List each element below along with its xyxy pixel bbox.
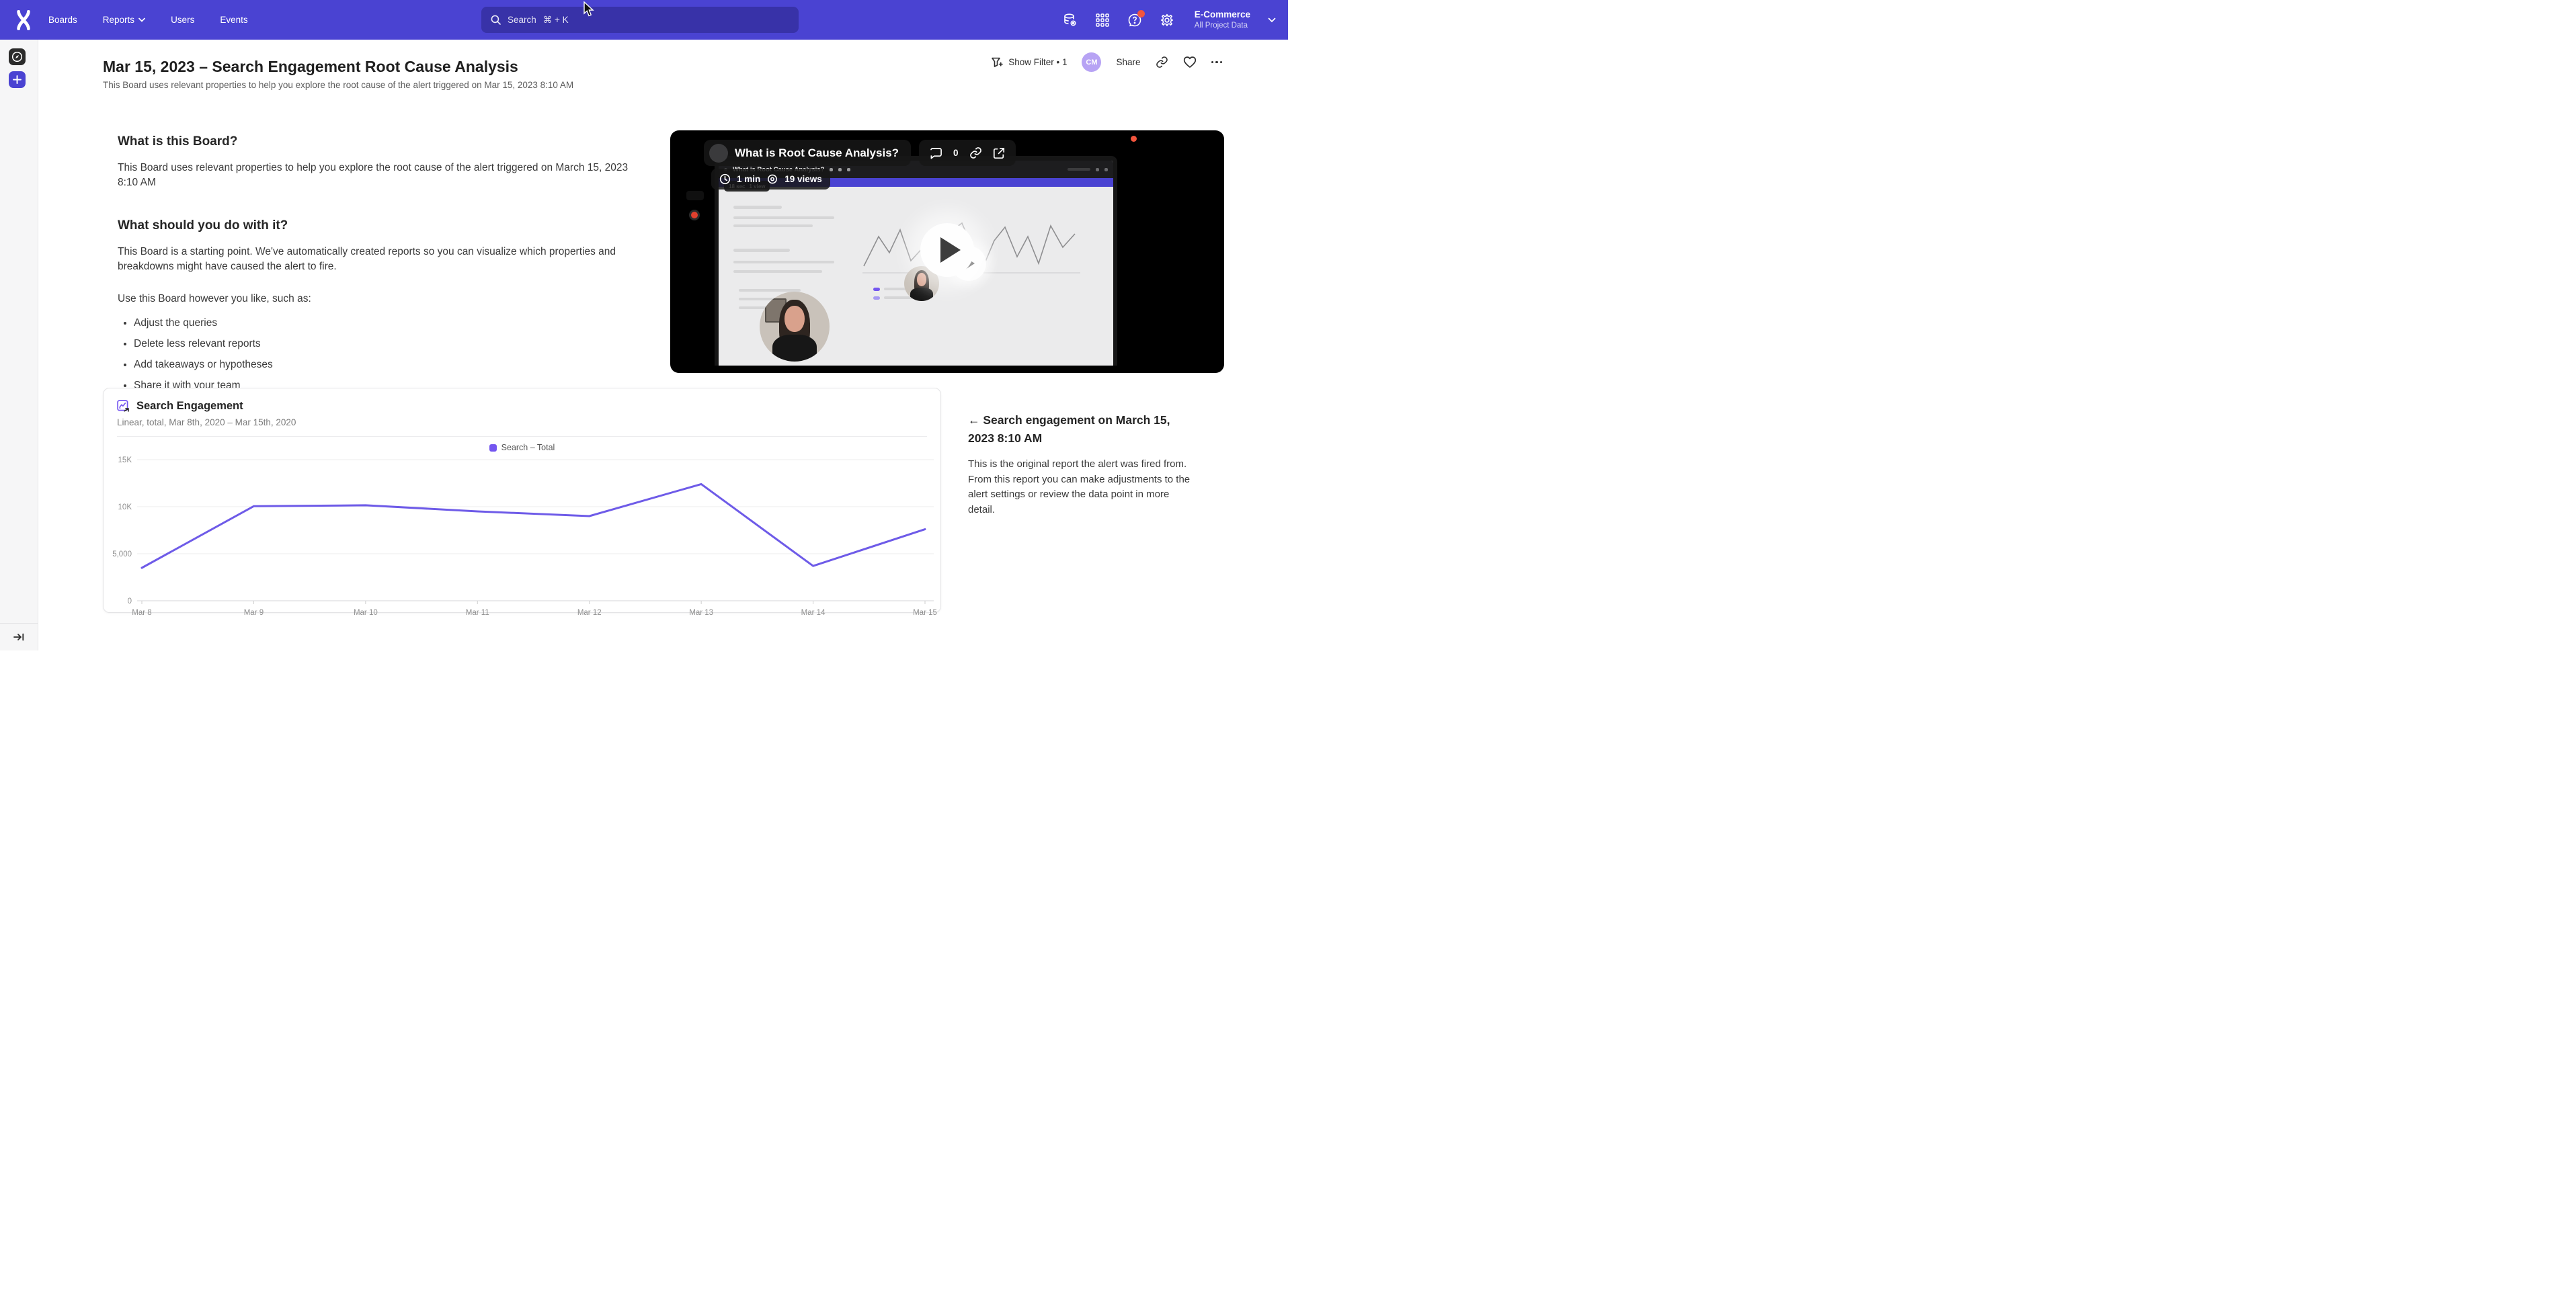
share-label: Share: [1116, 57, 1140, 67]
video-duration: 1 min: [737, 174, 760, 184]
project-chevron-down-icon[interactable]: [1268, 17, 1276, 23]
copy-link-icon[interactable]: [1156, 56, 1168, 69]
left-rail: [0, 40, 38, 650]
video-actions-pill: 0: [919, 140, 1016, 166]
usage-list: Adjust the queries Delete less relevant …: [134, 316, 630, 393]
engagement-chart-svg: 0 5,000 10K 15K Mar 8 Mar 9 Mar 10 Mar 11 Mar 12…: [104, 437, 940, 619]
nav-item-users[interactable]: Users: [171, 15, 194, 25]
mixpanel-logo-icon[interactable]: [13, 9, 34, 31]
apps-grid-icon[interactable]: [1095, 13, 1110, 28]
page-title[interactable]: Mar 15, 2023 – Search Engagement Root Ca…: [103, 58, 518, 76]
alert-note-heading: ← Search engagement on March 15, 2023 8:…: [968, 411, 1195, 448]
video-author-avatar: [709, 144, 728, 163]
nav-item-label: Reports: [103, 15, 134, 25]
share-button[interactable]: Share: [1116, 57, 1140, 67]
recording-indicator-dot: [1131, 136, 1137, 142]
favorite-heart-icon[interactable]: [1183, 56, 1197, 69]
report-title[interactable]: Search Engagement: [136, 400, 243, 413]
svg-text:0: 0: [128, 597, 132, 605]
page-subtitle: This Board uses relevant properties to h…: [103, 80, 573, 90]
nav-item-label: Boards: [48, 15, 77, 25]
tutorial-video-player[interactable]: What is Root Cause Analysis? 18 sec 1 vi…: [670, 130, 1224, 373]
section-body: This Board is a starting point. We've au…: [118, 245, 630, 274]
section-heading: What is this Board?: [118, 134, 630, 149]
expand-sidebar-icon[interactable]: [13, 632, 24, 642]
video-link-icon[interactable]: [969, 146, 982, 159]
list-item: Add takeaways or hypotheses: [134, 358, 630, 372]
legend-swatch: [489, 444, 497, 452]
discover-button[interactable]: [9, 48, 26, 65]
chevron-down-icon: [138, 17, 145, 22]
list-item: Delete less relevant reports: [134, 337, 630, 351]
help-icon[interactable]: [1127, 13, 1142, 28]
list-item: Adjust the queries: [134, 316, 630, 331]
report-card-search-engagement: Search Engagement Linear, total, Mar 8th…: [103, 388, 941, 613]
video-views: 19 views: [784, 174, 822, 184]
project-switcher[interactable]: E-Commerce All Project Data: [1195, 9, 1250, 30]
list-intro: Use this Board however you like, such as…: [118, 292, 630, 306]
plus-icon: [13, 75, 22, 84]
views-eye-icon: [766, 174, 778, 184]
board-intro-text: What is this Board? This Board uses rele…: [118, 134, 630, 399]
more-options-button[interactable]: [1211, 61, 1223, 64]
search-placeholder: Search: [508, 15, 536, 25]
svg-text:Mar 8: Mar 8: [132, 609, 151, 617]
video-stats-pill: 1 min 19 views: [711, 169, 830, 190]
svg-text:15K: 15K: [118, 456, 132, 464]
svg-text:Mar 11: Mar 11: [466, 609, 489, 617]
nav-item-boards[interactable]: Boards: [48, 15, 77, 25]
svg-text:Mar 13: Mar 13: [689, 609, 713, 617]
comment-count: 0: [953, 148, 959, 158]
search-input[interactable]: Search ⌘ + K: [481, 7, 799, 33]
section-heading: What should you do with it?: [118, 218, 630, 233]
filter-plus-icon: [991, 56, 1003, 69]
notification-dot: [1137, 10, 1145, 17]
mouse-cursor: [583, 1, 595, 17]
create-new-button[interactable]: [9, 71, 26, 88]
recording-timer-pill: [686, 191, 704, 200]
project-name: E-Commerce: [1195, 9, 1250, 21]
open-external-icon[interactable]: [993, 147, 1005, 159]
play-icon: [940, 237, 961, 263]
top-nav: Boards Reports Users Events Search ⌘ + K: [0, 0, 1288, 40]
svg-text:Mar 15: Mar 15: [913, 609, 937, 617]
avatar[interactable]: CM: [1082, 52, 1101, 72]
report-subtitle: Linear, total, Mar 8th, 2020 – Mar 15th,…: [117, 417, 927, 427]
line-chart-report-icon: [117, 400, 130, 413]
nav-item-label: Events: [220, 15, 247, 25]
clock-icon: [719, 173, 731, 185]
video-title-pill: What is Root Cause Analysis?: [704, 140, 911, 166]
nav-item-reports[interactable]: Reports: [103, 15, 145, 25]
nav-item-label: Users: [171, 15, 194, 25]
alert-note-body: This is the original report the alert wa…: [968, 457, 1195, 517]
settings-gear-icon[interactable]: [1160, 13, 1174, 28]
show-filter-label: Show Filter • 1: [1008, 57, 1067, 67]
nav-item-events[interactable]: Events: [220, 15, 247, 25]
compass-icon: [11, 51, 23, 62]
svg-text:Mar 14: Mar 14: [801, 609, 826, 617]
data-management-icon[interactable]: [1063, 13, 1078, 28]
svg-text:5,000: 5,000: [112, 550, 132, 558]
search-icon: [491, 15, 501, 25]
project-scope: All Project Data: [1195, 21, 1250, 30]
svg-text:Mar 9: Mar 9: [244, 609, 264, 617]
search-shortcut: ⌘ + K: [543, 15, 569, 26]
svg-text:Mar 10: Mar 10: [354, 609, 378, 617]
svg-text:10K: 10K: [118, 503, 132, 511]
video-title: What is Root Cause Analysis?: [735, 146, 899, 160]
comments-icon[interactable]: [930, 147, 942, 159]
show-filter-button[interactable]: Show Filter • 1: [991, 56, 1067, 69]
svg-text:Mar 12: Mar 12: [577, 609, 602, 617]
section-body: This Board uses relevant properties to h…: [118, 161, 630, 190]
presenter-webcam-bubble: [760, 292, 830, 362]
play-button[interactable]: [920, 223, 974, 277]
chart-legend[interactable]: Search – Total: [104, 443, 940, 452]
legend-label: Search – Total: [501, 443, 555, 452]
record-button: [689, 210, 700, 220]
alert-note: ← Search engagement on March 15, 2023 8:…: [968, 411, 1195, 517]
board-actions: Show Filter • 1 CM Share: [991, 52, 1222, 72]
